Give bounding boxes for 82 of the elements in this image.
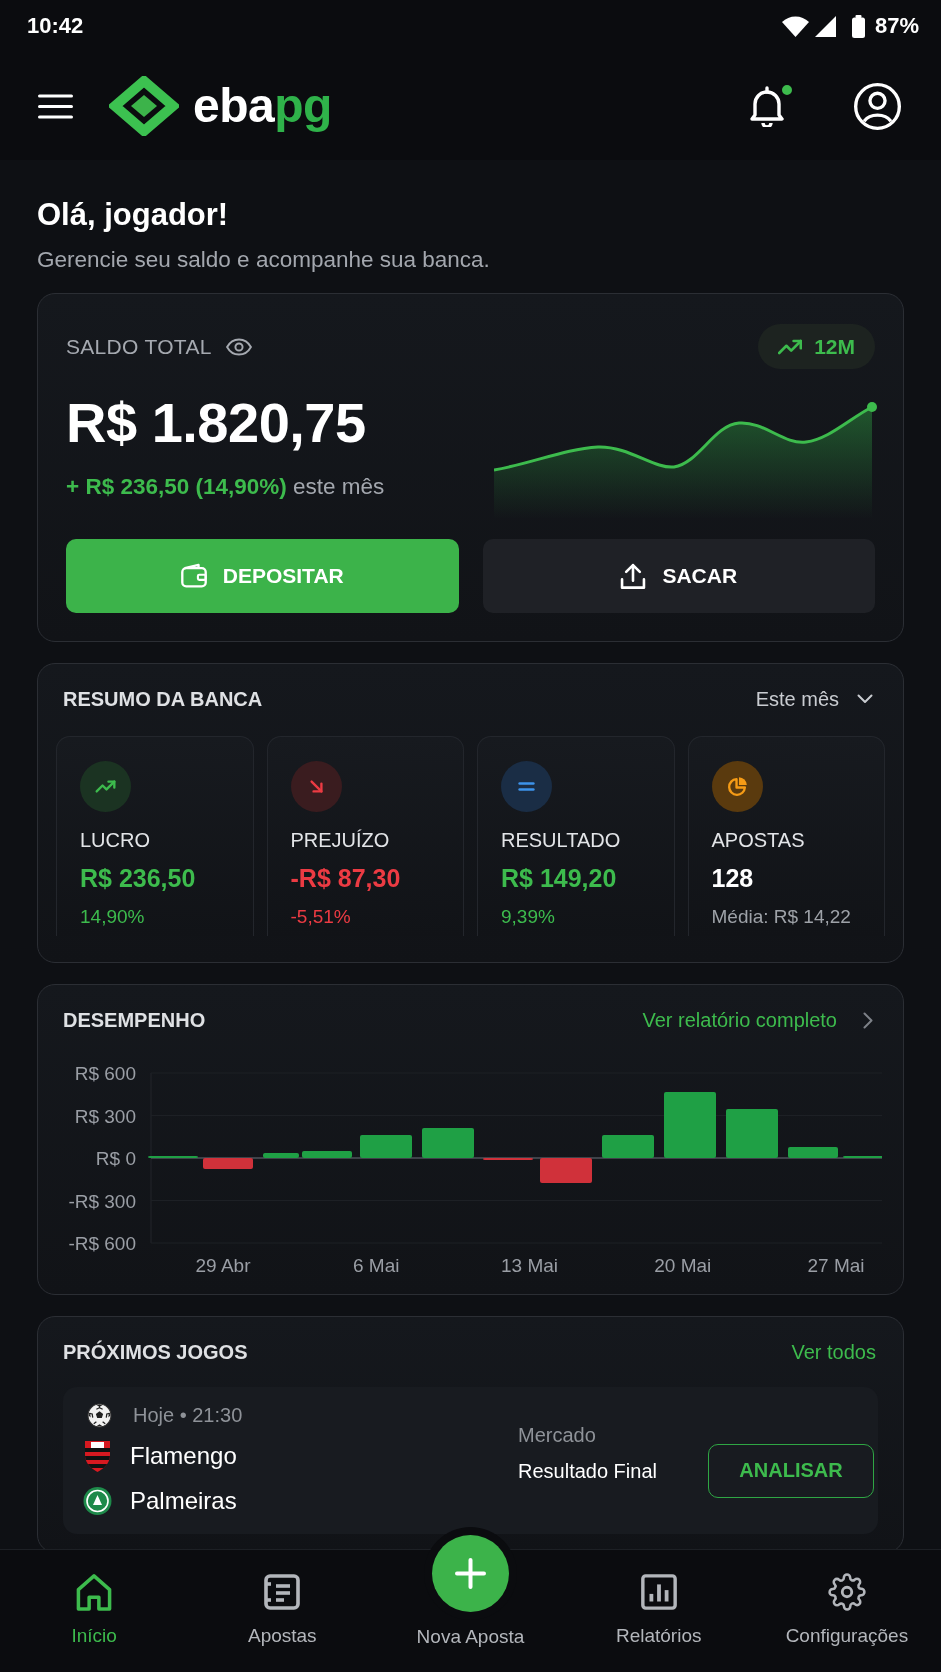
- chart-bar: [203, 1158, 253, 1169]
- stat-label: LUCRO: [80, 828, 151, 853]
- y-axis-label: R$ 300: [74, 1105, 136, 1127]
- x-axis-label: 20 Mai: [654, 1255, 712, 1276]
- market-label: Mercado: [518, 1422, 597, 1448]
- chevron-right-icon: [863, 1011, 873, 1029]
- stat-value: 128: [711, 863, 755, 894]
- chart-bar: [422, 1128, 474, 1158]
- trend-up-icon: [80, 761, 131, 812]
- wifi-icon: [781, 15, 809, 37]
- profile-icon[interactable]: [854, 82, 901, 130]
- stat-label: PREJUÍZO: [290, 828, 391, 853]
- period-button[interactable]: 12M: [758, 324, 875, 369]
- chart-bar: [788, 1147, 838, 1158]
- chart-bar: [263, 1153, 299, 1158]
- balance-amount: R$ 1.820,75: [66, 391, 367, 455]
- battery-percentage: 87%: [874, 13, 919, 39]
- y-axis-label: -R$ 300: [68, 1190, 136, 1212]
- arrow-down-right-icon: [290, 761, 342, 812]
- chart-bar: [726, 1109, 778, 1158]
- chart-bar: [540, 1158, 592, 1183]
- stat-value: R$ 149,20: [501, 863, 618, 894]
- x-axis-label: 27 Mai: [807, 1255, 865, 1276]
- upload-icon: [620, 563, 647, 589]
- nav-item[interactable]: Relatórios: [615, 1550, 702, 1648]
- greeting-title: Olá, jogador!: [37, 196, 230, 234]
- nav-item[interactable]: Início: [71, 1550, 117, 1648]
- status-time: 10:42: [27, 13, 84, 39]
- logo-text: ebapg: [193, 78, 332, 134]
- market-value: Resultado Final: [518, 1458, 658, 1484]
- stat-detail: Média: R$ 14,22: [711, 905, 852, 929]
- x-axis-label: 6 Mai: [353, 1255, 400, 1276]
- game-row[interactable]: Hoje • 21:30 Flamengo Palmeiras Mercado Resultado Final ANALISAR: [63, 1387, 878, 1534]
- chart-bar: [302, 1151, 352, 1158]
- wallet-icon: [180, 563, 207, 589]
- team-name: Palmeiras: [130, 1486, 237, 1515]
- trend-up-icon: [778, 338, 803, 355]
- x-axis-label: 13 Mai: [501, 1255, 558, 1276]
- y-axis-label: R$ 600: [74, 1063, 136, 1084]
- signal-icon: [814, 15, 836, 37]
- striped-shield-icon: [83, 1438, 112, 1473]
- balance-change: + R$ 236,50 (14,90%) este mês: [66, 473, 385, 501]
- greeting-subtitle: Gerencie seu saldo e acompanhe sua banca.: [37, 246, 491, 274]
- section-title: PRÓXIMOS JOGOS: [63, 1339, 248, 1365]
- withdraw-button[interactable]: SACAR: [482, 539, 875, 613]
- nav-item[interactable]: Apostas: [247, 1550, 317, 1648]
- y-axis-label: -R$ 600: [68, 1233, 136, 1254]
- nav-item[interactable]: Configurações: [785, 1550, 909, 1648]
- eye-icon[interactable]: [225, 337, 252, 356]
- see-all-link[interactable]: Ver todos: [791, 1340, 876, 1364]
- stat-detail: 9,39%: [501, 905, 556, 929]
- menu-icon[interactable]: [38, 93, 73, 119]
- chart-bar: [602, 1135, 654, 1158]
- settings-icon: [827, 1573, 866, 1611]
- section-title: RESUMO DA BANCA: [63, 687, 263, 712]
- report-link[interactable]: Ver relatório completo: [642, 1008, 873, 1032]
- stat-detail: -5,51%: [290, 905, 352, 929]
- y-axis-label: R$ 0: [95, 1148, 136, 1169]
- team-name: Flamengo: [130, 1441, 237, 1470]
- diamond-logo-icon: [109, 76, 179, 136]
- chevron-down-icon: [857, 694, 873, 704]
- stat-label: RESULTADO: [501, 828, 622, 853]
- list-icon: [263, 1573, 302, 1611]
- period-dropdown[interactable]: Este mês: [755, 687, 873, 711]
- bar-chart-icon: [639, 1573, 678, 1611]
- stat-detail: 14,90%: [80, 905, 146, 929]
- soccer-ball-icon: [87, 1403, 112, 1428]
- chart-bar: [664, 1092, 716, 1158]
- equals-icon: [501, 761, 552, 812]
- pie-chart-icon: [711, 761, 763, 812]
- match-time: Hoje • 21:30: [133, 1404, 243, 1427]
- balance-label: SALDO TOTAL: [66, 334, 212, 359]
- x-axis-label: 29 Abr: [195, 1255, 251, 1276]
- home-icon: [75, 1573, 114, 1611]
- battery-icon: [851, 14, 865, 38]
- section-title: DESEMPENHO: [63, 1008, 206, 1033]
- chart-bar: [360, 1135, 412, 1158]
- stat-value: -R$ 87,30: [290, 863, 402, 894]
- stat-value: R$ 236,50: [80, 863, 197, 894]
- bell-icon[interactable]: [748, 85, 786, 127]
- analyze-button[interactable]: ANALISAR: [708, 1443, 874, 1498]
- stat-label: APOSTAS: [711, 828, 806, 853]
